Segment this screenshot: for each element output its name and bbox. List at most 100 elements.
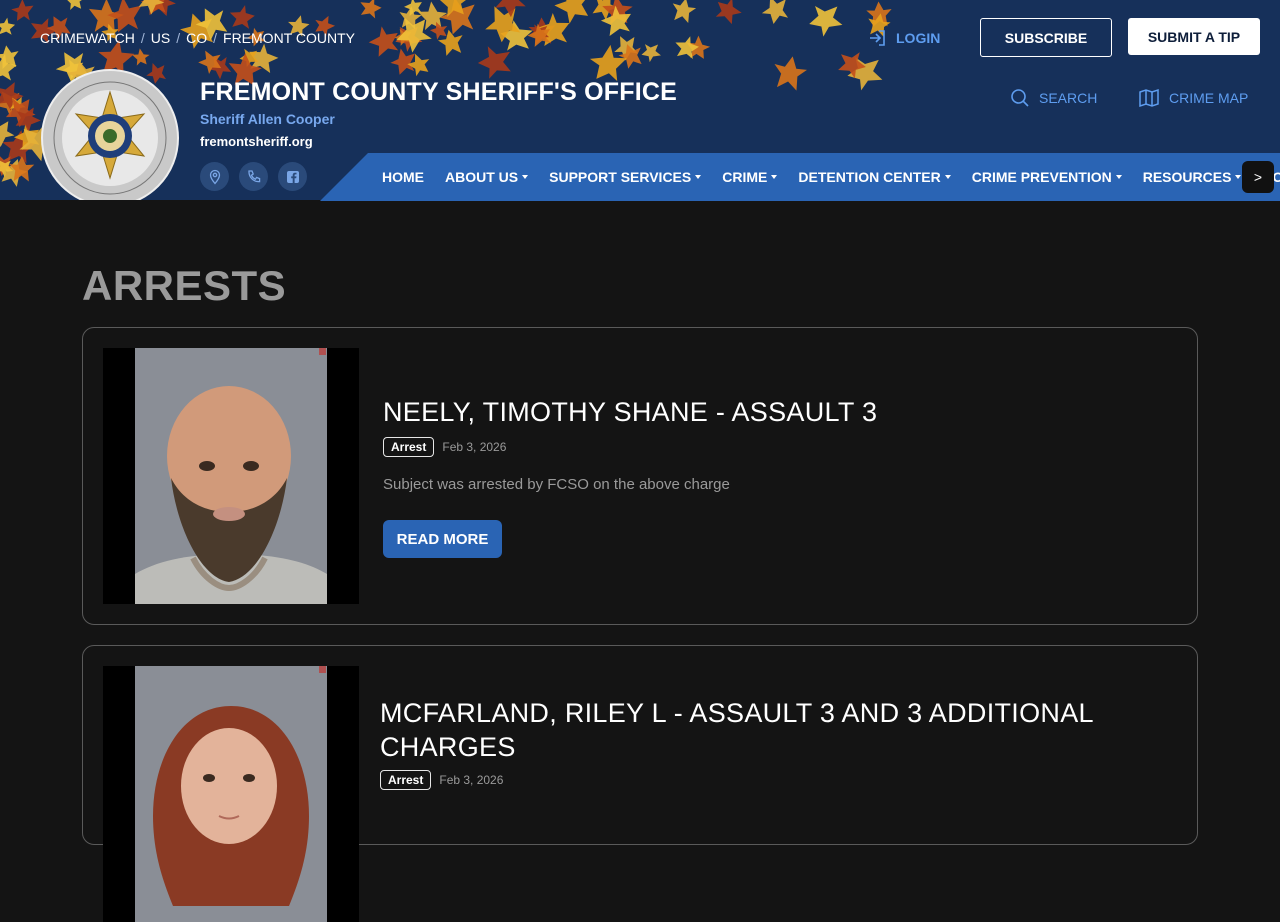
leaf-decoration (198, 50, 222, 75)
nav-label: HOME (382, 169, 424, 185)
leaf-decoration (866, 1, 892, 28)
nav-label: RESOURCES (1142, 169, 1232, 185)
leaf-decoration (1, 158, 28, 187)
subscribe-button[interactable]: SUBSCRIBE (980, 18, 1112, 57)
leaf-decoration (0, 82, 24, 111)
login-link[interactable]: LOGIN (868, 28, 940, 48)
mugshot-placeholder (103, 666, 359, 922)
leaf-decoration (477, 46, 511, 79)
nav-about-us[interactable]: ABOUT US (445, 169, 529, 185)
main-nav: HOME ABOUT US SUPPORT SERVICES CRIME DET… (382, 153, 1280, 201)
leaf-decoration (138, 0, 165, 15)
read-more-button[interactable]: READ MORE (383, 520, 502, 558)
leaf-decoration (132, 48, 150, 66)
leaf-decoration (399, 6, 422, 30)
leaf-decoration (390, 48, 415, 75)
chevron-down-icon (695, 175, 702, 179)
leaf-decoration (675, 36, 699, 59)
nav-detention-center[interactable]: DETENTION CENTER (798, 169, 951, 185)
leaf-decoration (229, 5, 255, 29)
breadcrumb-separator: / (176, 30, 181, 46)
post-meta: Arrest Feb 3, 2026 (380, 770, 503, 790)
category-tag[interactable]: Arrest (380, 770, 432, 790)
leaf-decoration (774, 56, 807, 91)
chevron-down-icon (944, 175, 951, 179)
leaf-decoration (715, 0, 742, 25)
mugshot-image[interactable] (103, 666, 359, 922)
map-icon (1139, 88, 1159, 108)
leaf-decoration (602, 0, 633, 25)
leaf-decoration (2, 130, 36, 164)
leaf-decoration (500, 20, 533, 51)
leaf-decoration (672, 0, 697, 23)
breadcrumb-fremont-county[interactable]: FREMONT COUNTY (223, 30, 355, 46)
nav-scroll-next-button[interactable]: > (1242, 161, 1274, 193)
leaf-decoration (0, 121, 15, 148)
leaf-decoration (761, 0, 789, 25)
leaf-decoration (395, 26, 423, 52)
leaf-decoration (809, 5, 843, 37)
crime-map-label: CRIME MAP (1169, 90, 1249, 106)
chevron-down-icon (522, 175, 529, 179)
leaf-decoration (592, 0, 618, 21)
breadcrumb-us[interactable]: US (151, 30, 170, 46)
nav-label: CRIME (722, 169, 768, 185)
leaf-decoration (407, 53, 430, 77)
sheriff-seal-logo[interactable] (40, 68, 180, 200)
website-link[interactable]: fremontsheriff.org (200, 134, 313, 149)
post-summary: Subject was arrested by FCSO on the abov… (383, 476, 730, 493)
login-label: LOGIN (896, 30, 941, 46)
leaf-decoration (140, 0, 169, 16)
arrest-post-card: NEELY, TIMOTHY SHANE - ASSAULT 3 Arrest … (82, 327, 1198, 625)
breadcrumb-crimewatch[interactable]: CRIMEWATCH (40, 30, 135, 46)
leaf-decoration (368, 26, 399, 57)
leaf-decoration (9, 156, 35, 182)
leaf-decoration (360, 0, 382, 19)
leaf-decoration (0, 159, 14, 178)
arrest-post-card: MCFARLAND, RILEY L - ASSAULT 3 AND 3 ADD… (82, 645, 1198, 922)
search-link[interactable]: SEARCH (1010, 88, 1097, 108)
phone-button[interactable] (239, 162, 268, 191)
category-tag[interactable]: Arrest (383, 437, 435, 457)
post-title[interactable]: MCFARLAND, RILEY L - ASSAULT 3 AND 3 ADD… (380, 696, 1140, 764)
leaf-decoration (535, 12, 570, 47)
leaf-decoration (618, 44, 642, 69)
login-icon (870, 30, 885, 46)
facebook-button[interactable] (278, 162, 307, 191)
crime-map-link[interactable]: CRIME MAP (1138, 88, 1248, 108)
leaf-decoration (15, 107, 41, 133)
leaf-decoration (65, 0, 85, 10)
leaf-decoration (838, 52, 866, 79)
leaf-decoration (0, 154, 13, 177)
chevron-down-icon (771, 175, 778, 179)
leaf-decoration (11, 0, 34, 21)
leaf-decoration (5, 98, 36, 128)
location-button[interactable] (200, 162, 229, 191)
chevron-down-icon (1235, 175, 1242, 179)
leaf-decoration (404, 0, 422, 16)
leaf-decoration (847, 57, 883, 91)
leaf-decoration (429, 21, 448, 40)
submit-tip-button[interactable]: SUBMIT A TIP (1128, 18, 1260, 55)
leaf-decoration (529, 24, 550, 43)
leaf-decoration (614, 36, 639, 61)
leaf-decoration (641, 44, 661, 63)
breadcrumb-co[interactable]: CO (186, 30, 207, 46)
facebook-icon (286, 170, 299, 183)
nav-crime-prevention[interactable]: CRIME PREVENTION (972, 169, 1122, 185)
leaf-decoration (417, 1, 448, 31)
nav-support-services[interactable]: SUPPORT SERVICES (549, 169, 702, 185)
nav-label: ABOUT US (445, 169, 519, 185)
breadcrumb: CRIMEWATCH / US / CO / FREMONT COUNTY (40, 30, 355, 46)
mugshot-image[interactable] (103, 348, 359, 604)
nav-resources[interactable]: RESOURCES (1143, 169, 1242, 185)
leaf-decoration (0, 91, 23, 117)
phone-icon (247, 169, 260, 182)
office-title[interactable]: FREMONT COUNTY SHERIFF'S OFFICE (200, 78, 677, 107)
post-title[interactable]: NEELY, TIMOTHY SHANE - ASSAULT 3 (383, 395, 877, 429)
nav-crime[interactable]: CRIME (722, 169, 778, 185)
leaf-decoration (438, 0, 469, 17)
post-date: Feb 3, 2026 (442, 440, 507, 454)
nav-home[interactable]: HOME (382, 169, 424, 185)
contact-icons (200, 162, 307, 191)
